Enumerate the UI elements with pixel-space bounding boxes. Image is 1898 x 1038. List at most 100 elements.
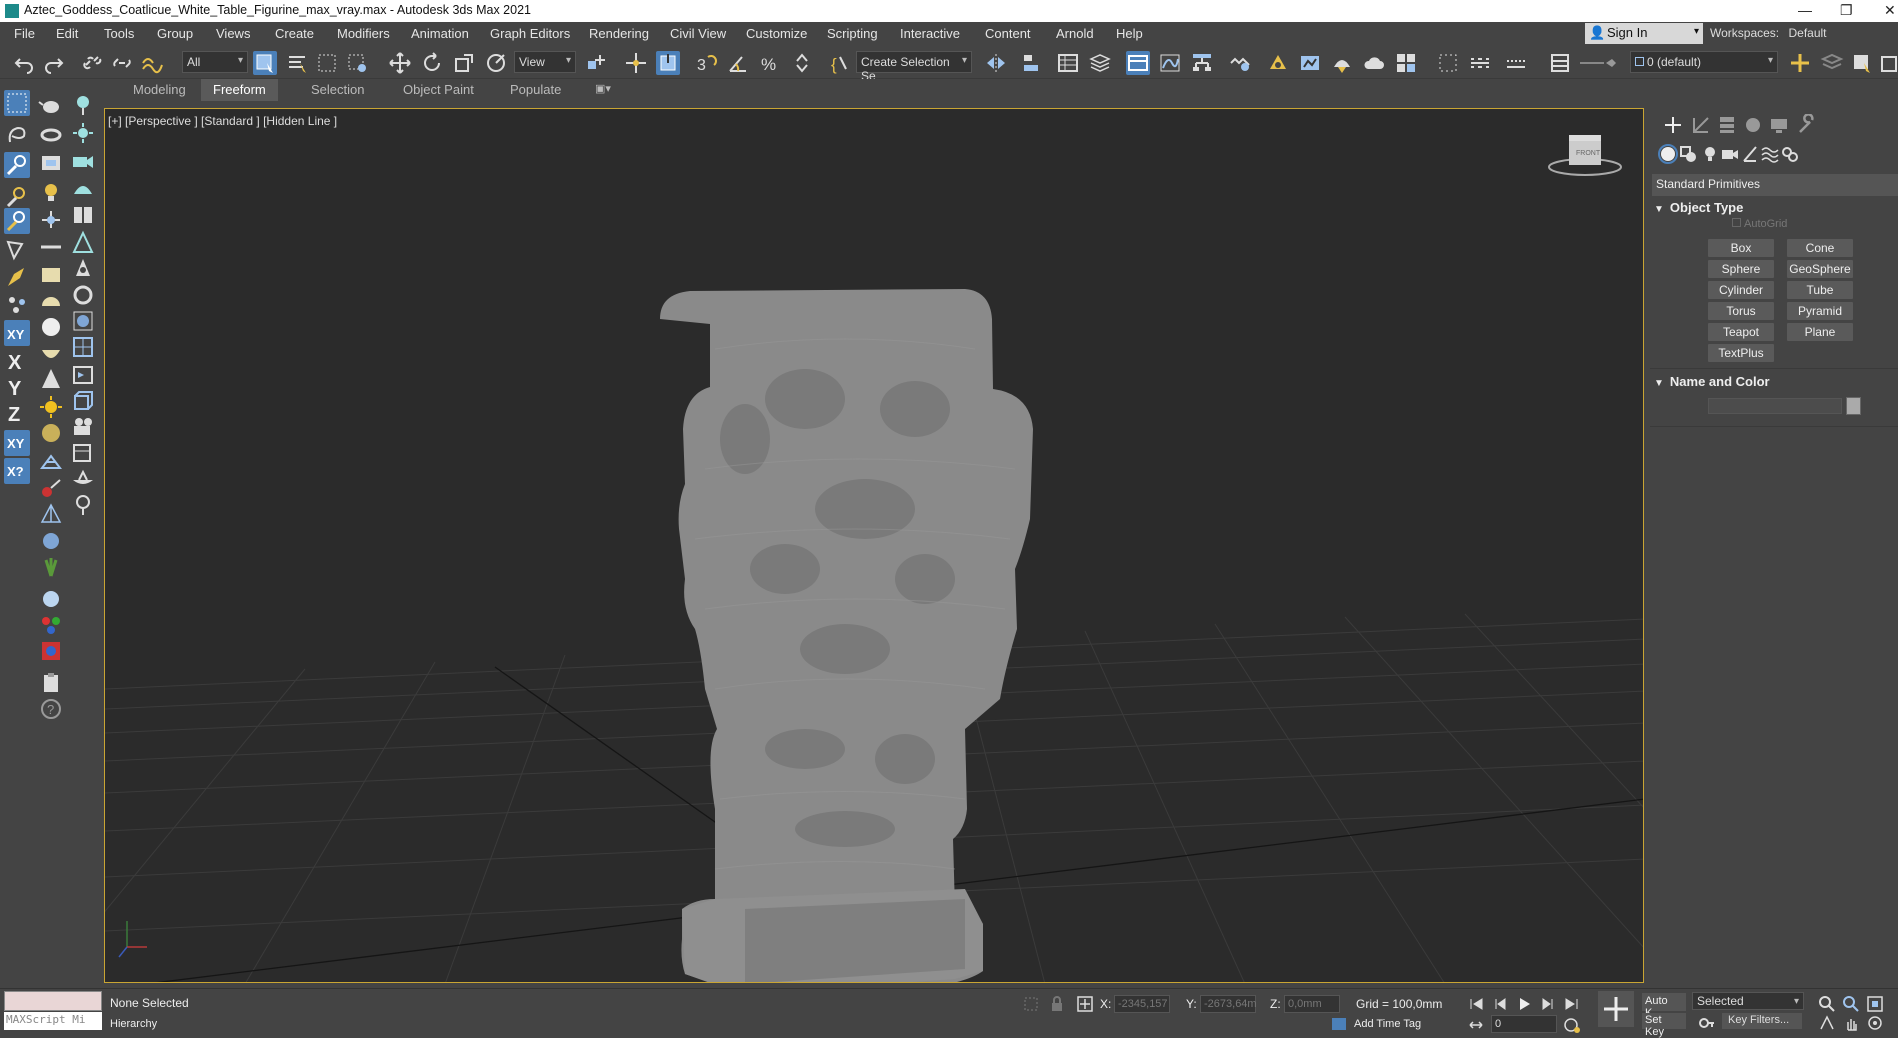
layer-stack-icon[interactable] bbox=[1820, 51, 1844, 75]
pan-view-icon[interactable] bbox=[1842, 1014, 1860, 1032]
autogrid-checkbox[interactable]: AutoGrid bbox=[1732, 218, 1787, 230]
selection-lock-icon[interactable] bbox=[1048, 995, 1066, 1013]
scatter-icon[interactable] bbox=[4, 292, 30, 318]
absolute-mode-transform-icon[interactable] bbox=[1076, 995, 1094, 1013]
create-selection-set-icon[interactable] bbox=[1436, 51, 1460, 75]
selection-brush-icon[interactable] bbox=[4, 184, 30, 210]
motion-tab-icon[interactable] bbox=[1742, 114, 1764, 136]
menu-graph-editors[interactable]: Graph Editors bbox=[490, 26, 570, 41]
layer-dropdown[interactable]: 0 (default) bbox=[1630, 51, 1778, 73]
cone-icon[interactable] bbox=[38, 366, 64, 392]
select-region-icon[interactable] bbox=[4, 90, 30, 116]
book-icon[interactable] bbox=[70, 202, 96, 228]
helpers-category-icon[interactable] bbox=[1740, 144, 1760, 164]
time-configuration-icon[interactable] bbox=[1563, 1016, 1581, 1034]
cameras-category-icon[interactable] bbox=[1720, 144, 1740, 164]
render-production-icon[interactable] bbox=[1330, 51, 1354, 75]
material-sphere-icon[interactable] bbox=[70, 308, 96, 334]
menu-customize[interactable]: Customize bbox=[746, 26, 807, 41]
boat-icon[interactable] bbox=[70, 466, 96, 492]
move-icon[interactable] bbox=[388, 51, 412, 75]
object-type-rollout[interactable]: ▼ Object Type bbox=[1654, 200, 1898, 215]
wire-pyramid-icon[interactable] bbox=[38, 502, 64, 528]
go-to-start-icon[interactable] bbox=[1467, 995, 1485, 1013]
select-object-icon[interactable] bbox=[253, 51, 277, 75]
sun-icon[interactable] bbox=[38, 394, 64, 420]
play-icon[interactable] bbox=[1515, 995, 1533, 1013]
color-balls-icon[interactable] bbox=[38, 612, 64, 638]
rotate-view-icon[interactable] bbox=[70, 282, 96, 308]
bed-icon[interactable] bbox=[70, 440, 96, 466]
shapes-category-icon[interactable] bbox=[1678, 144, 1698, 164]
viewcube[interactable]: FRONT bbox=[1545, 127, 1625, 183]
tube-button[interactable]: Tube bbox=[1787, 281, 1853, 299]
toggle-scene-explorer-icon[interactable] bbox=[1056, 51, 1080, 75]
glass-sphere-icon[interactable] bbox=[38, 586, 64, 612]
zoom-icon[interactable] bbox=[1818, 995, 1836, 1013]
rotate-icon[interactable] bbox=[420, 51, 444, 75]
maxscript-listener[interactable]: MAXScript Mi bbox=[4, 991, 102, 1030]
curve-editor-icon[interactable] bbox=[1158, 51, 1182, 75]
menu-rendering[interactable]: Rendering bbox=[589, 26, 649, 41]
spinner-snap-icon[interactable] bbox=[790, 51, 814, 75]
scale-icon[interactable] bbox=[452, 51, 476, 75]
orbit-icon[interactable] bbox=[1866, 1014, 1884, 1032]
render-elements-icon[interactable] bbox=[38, 638, 64, 664]
cone-button[interactable]: Cone bbox=[1787, 239, 1853, 257]
sphere-button[interactable]: Sphere bbox=[1708, 260, 1774, 278]
menu-tools[interactable]: Tools bbox=[104, 26, 134, 41]
box-button[interactable]: Box bbox=[1708, 239, 1774, 257]
render-frame-icon[interactable] bbox=[70, 362, 96, 388]
zoom-extents-icon[interactable] bbox=[1866, 995, 1884, 1013]
lasso-icon[interactable] bbox=[4, 122, 30, 148]
tab-modeling[interactable]: Modeling bbox=[121, 79, 198, 101]
select-layer-objects-icon[interactable] bbox=[1850, 51, 1874, 75]
foliage-icon[interactable] bbox=[38, 554, 64, 580]
hemisphere-icon[interactable] bbox=[38, 288, 64, 314]
systems-category-icon[interactable] bbox=[1780, 144, 1800, 164]
go-to-end-icon[interactable] bbox=[1563, 995, 1581, 1013]
toggle-ribbon-icon[interactable] bbox=[1126, 51, 1150, 75]
bowl-icon[interactable] bbox=[38, 340, 64, 366]
toggle-layer-explorer-icon[interactable] bbox=[1088, 51, 1112, 75]
sphere-icon[interactable] bbox=[38, 314, 64, 340]
mirror-icon[interactable] bbox=[984, 51, 1008, 75]
minimize-button[interactable]: — bbox=[1798, 2, 1812, 18]
tab-object-paint[interactable]: Object Paint bbox=[391, 79, 486, 101]
layer-manager-icon[interactable] bbox=[1548, 51, 1572, 75]
gear-sphere-icon[interactable] bbox=[38, 528, 64, 554]
lights-category-icon[interactable] bbox=[1700, 144, 1720, 164]
select-manipulate-icon[interactable] bbox=[624, 51, 648, 75]
particle-icon[interactable] bbox=[38, 476, 64, 502]
render-setup-icon[interactable] bbox=[1266, 51, 1290, 75]
omni-light-icon[interactable] bbox=[70, 92, 96, 118]
torus-icon[interactable] bbox=[38, 122, 64, 148]
menu-views[interactable]: Views bbox=[216, 26, 250, 41]
geometry-category-icon[interactable] bbox=[1658, 144, 1678, 164]
plane-button[interactable]: Plane bbox=[1787, 323, 1853, 341]
viewport-layout-icon[interactable] bbox=[1468, 51, 1492, 75]
textplus-button[interactable]: TextPlus bbox=[1708, 344, 1774, 362]
zoom-all-icon[interactable] bbox=[1842, 995, 1860, 1013]
redo-icon[interactable] bbox=[42, 51, 66, 75]
keyboard-shortcut-override-icon[interactable] bbox=[656, 51, 680, 75]
geosphere-button[interactable]: GeoSphere bbox=[1787, 260, 1853, 278]
name-and-color-rollout[interactable]: ▼ Name and Color bbox=[1654, 374, 1898, 389]
teapot-button[interactable]: Teapot bbox=[1708, 323, 1774, 341]
object-name-field[interactable] bbox=[1708, 398, 1842, 414]
render-in-cloud-icon[interactable] bbox=[1362, 51, 1386, 75]
sky-light-icon[interactable] bbox=[70, 176, 96, 202]
field-of-view-icon[interactable] bbox=[1818, 1014, 1836, 1032]
window-crossing-icon[interactable] bbox=[345, 51, 369, 75]
add-layer-icon[interactable] bbox=[1788, 51, 1812, 75]
clipboard-icon[interactable] bbox=[38, 670, 64, 696]
maxscript-input[interactable]: MAXScript Mi bbox=[4, 1012, 102, 1030]
create-tab-icon[interactable] bbox=[1662, 114, 1684, 136]
utilities-tab-icon[interactable] bbox=[1796, 113, 1818, 136]
gold-sphere-icon[interactable] bbox=[38, 420, 64, 446]
isolate-selection-icon[interactable] bbox=[1022, 995, 1040, 1013]
hierarchy-tab-icon[interactable] bbox=[1716, 114, 1738, 136]
selection-brush-active-icon[interactable] bbox=[4, 208, 30, 234]
bind-space-warp-icon[interactable] bbox=[140, 51, 164, 75]
menu-group[interactable]: Group bbox=[157, 26, 193, 41]
